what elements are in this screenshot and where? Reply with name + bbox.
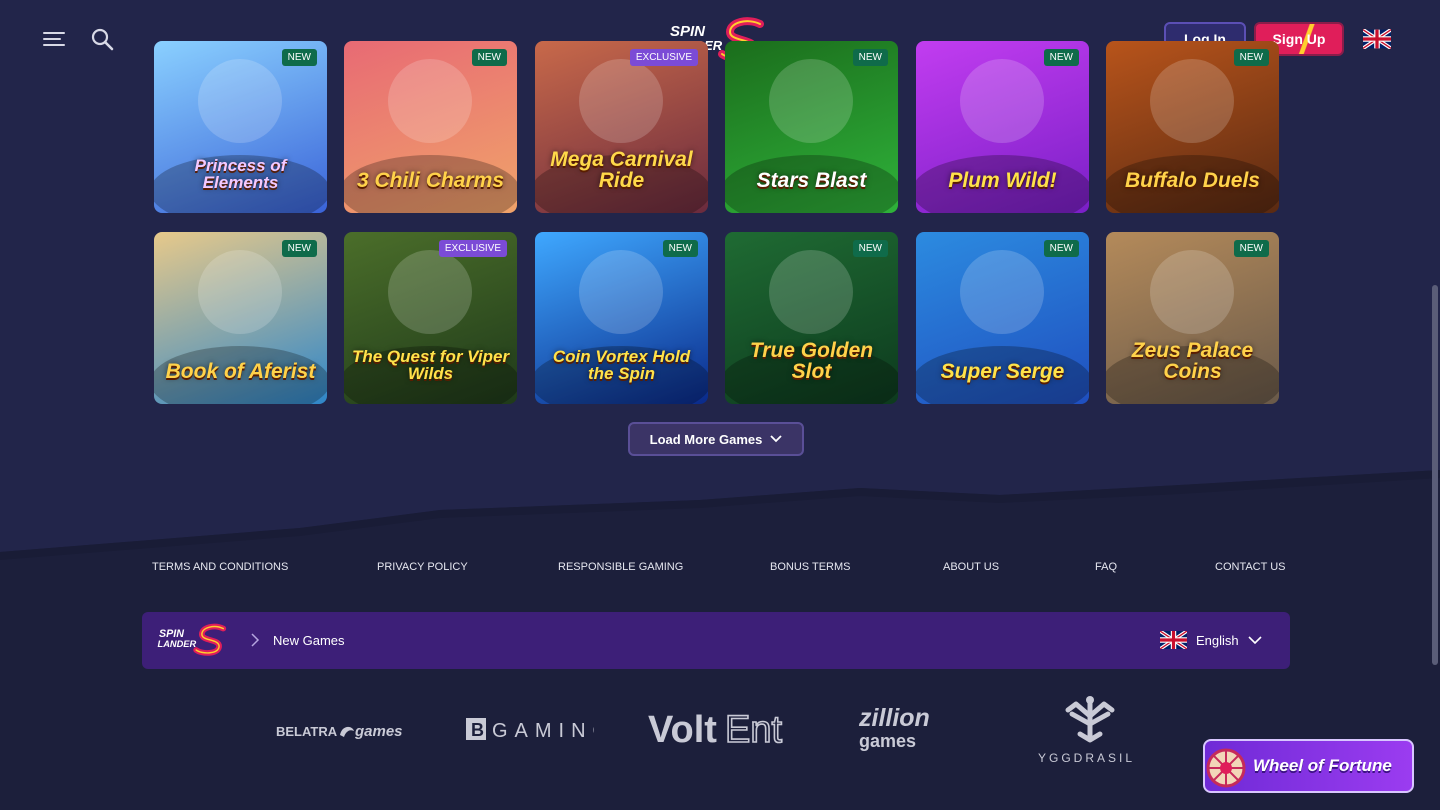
- voltent-logo: Volt Ent: [648, 708, 783, 752]
- provider-zillion[interactable]: zillion games: [857, 704, 949, 757]
- exclusive-badge: EXCLUSIVE: [438, 240, 507, 257]
- game-title: Coin Vortex Hold the Spin: [552, 347, 691, 383]
- svg-text:Volt: Volt: [648, 709, 717, 750]
- game-tile[interactable]: Book of Aferist NEW: [154, 232, 327, 404]
- game-title: Super Serge: [940, 360, 1065, 383]
- new-badge: NEW: [471, 49, 507, 66]
- provider-bgaming[interactable]: B GAMING: [466, 715, 608, 748]
- hamburger-menu-icon[interactable]: [40, 26, 68, 54]
- game-title: Stars Blast: [756, 169, 867, 192]
- exclusive-badge: EXCLUSIVE: [629, 49, 698, 66]
- load-more-label: Load More Games: [649, 431, 763, 447]
- game-tile[interactable]: Stars Blast NEW: [725, 41, 898, 213]
- uk-flag-icon[interactable]: [1361, 28, 1393, 50]
- game-tile[interactable]: Princess of Elements NEW: [154, 41, 327, 213]
- provider-voltent[interactable]: Volt Ent: [648, 708, 788, 755]
- svg-text:LANDER: LANDER: [158, 639, 197, 649]
- svg-text:zillion: zillion: [858, 704, 930, 732]
- language-label: English: [1196, 632, 1239, 648]
- new-badge: NEW: [1043, 49, 1079, 66]
- game-title: Princess of Elements: [194, 156, 287, 192]
- game-tile[interactable]: Zeus Palace Coins NEW: [1106, 232, 1279, 404]
- svg-text:Ent: Ent: [725, 709, 782, 750]
- game-tile[interactable]: Mega Carnival Ride EXCLUSIVE: [535, 41, 708, 213]
- game-title: Mega Carnival Ride: [550, 148, 693, 192]
- svg-text:BELATRA: BELATRA: [276, 724, 338, 739]
- footer-breadcrumb-bar: SPIN LANDER New Games English: [142, 612, 1290, 669]
- load-more-button[interactable]: Load More Games: [628, 422, 804, 456]
- new-badge: NEW: [281, 240, 317, 257]
- provider-belatra[interactable]: BELATRA games: [276, 719, 408, 748]
- game-tile[interactable]: Coin Vortex Hold the Spin NEW: [535, 232, 708, 404]
- language-selector[interactable]: English: [1160, 629, 1262, 651]
- svg-text:games: games: [859, 731, 916, 751]
- new-badge: NEW: [852, 240, 888, 257]
- svg-text:GAMING: GAMING: [492, 720, 594, 742]
- footer-link-privacy[interactable]: PRIVACY POLICY: [377, 561, 468, 573]
- new-badge: NEW: [852, 49, 888, 66]
- chevron-down-icon: [1248, 636, 1262, 644]
- svg-text:B: B: [471, 720, 484, 740]
- new-badge: NEW: [1233, 49, 1269, 66]
- game-title: True Golden Slot: [749, 339, 874, 383]
- footer-link-bonus-terms[interactable]: BONUS TERMS: [770, 561, 850, 573]
- game-title: Buffalo Duels: [1125, 169, 1260, 192]
- wheel-of-fortune-button[interactable]: Wheel of Fortune: [1203, 739, 1414, 793]
- game-title: 3 Chili Charms: [356, 169, 505, 192]
- game-title: Zeus Palace Coins: [1131, 339, 1254, 383]
- wheel-of-fortune-label: Wheel of Fortune: [1253, 756, 1392, 775]
- game-title: The Quest for Viper Wilds: [351, 347, 510, 383]
- new-badge: NEW: [1233, 240, 1269, 257]
- yggdrasil-logo: YGGDRASIL: [1038, 696, 1135, 765]
- bgaming-logo: B GAMING: [466, 718, 608, 742]
- belatra-logo: BELATRA games: [276, 723, 403, 740]
- footer-link-terms[interactable]: TERMS AND CONDITIONS: [152, 561, 288, 573]
- new-badge: NEW: [281, 49, 317, 66]
- footer-link-faq[interactable]: FAQ: [1095, 561, 1117, 573]
- chevron-right-icon: [251, 633, 260, 647]
- game-tile[interactable]: True Golden Slot NEW: [725, 232, 898, 404]
- game-tile[interactable]: Super Serge NEW: [916, 232, 1089, 404]
- fortune-wheel-icon: [1206, 748, 1246, 788]
- game-tile[interactable]: 3 Chili Charms NEW: [344, 41, 517, 213]
- uk-flag-icon: [1160, 631, 1187, 649]
- svg-text:SPIN: SPIN: [159, 628, 184, 640]
- new-badge: NEW: [1043, 240, 1079, 257]
- provider-yggdrasil[interactable]: YGGDRASIL: [1036, 694, 1146, 771]
- new-badge: NEW: [662, 240, 698, 257]
- svg-text:YGGDRASIL: YGGDRASIL: [1038, 751, 1135, 765]
- footer-link-responsible-gaming[interactable]: RESPONSIBLE GAMING: [558, 561, 683, 573]
- game-tile[interactable]: Buffalo Duels NEW: [1106, 41, 1279, 213]
- zillion-logo: zillion games: [858, 704, 930, 751]
- breadcrumb-current: New Games: [273, 633, 345, 648]
- search-icon[interactable]: [89, 26, 117, 54]
- footer-link-contact[interactable]: CONTACT US: [1215, 561, 1286, 573]
- game-tile[interactable]: Plum Wild! NEW: [916, 41, 1089, 213]
- svg-text:games: games: [354, 723, 403, 740]
- game-tile[interactable]: The Quest for Viper Wilds EXCLUSIVE: [344, 232, 517, 404]
- chevron-down-icon: [770, 435, 782, 443]
- page-scrollbar[interactable]: [1432, 285, 1438, 665]
- footer-logo[interactable]: SPIN LANDER: [154, 620, 234, 660]
- game-title: Plum Wild!: [948, 169, 1057, 192]
- footer-link-about[interactable]: ABOUT US: [943, 561, 999, 573]
- game-title: Book of Aferist: [165, 360, 316, 383]
